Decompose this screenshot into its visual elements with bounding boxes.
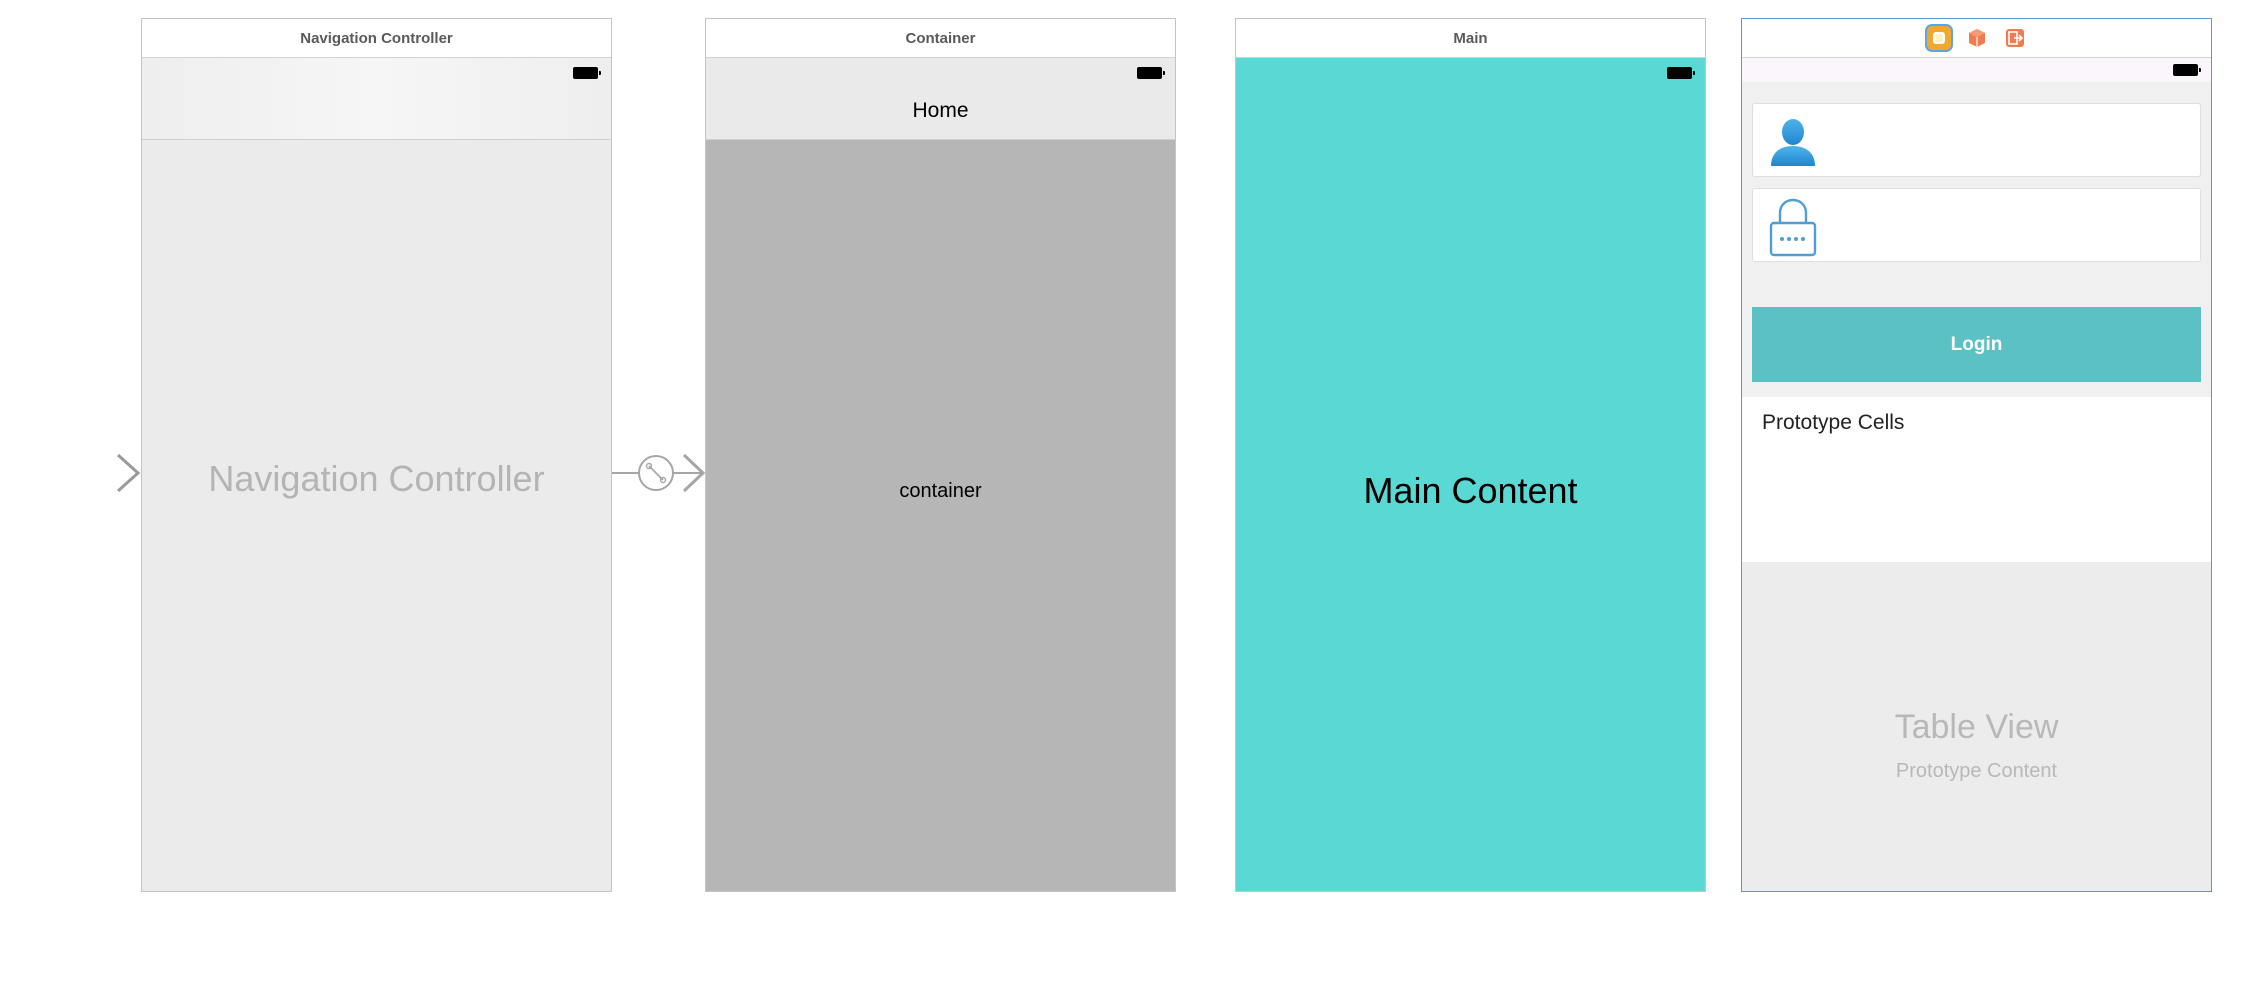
scene-dock[interactable] (1742, 19, 2211, 58)
entry-point-arrow[interactable] (14, 452, 142, 494)
view-controller-icon[interactable] (1926, 26, 1951, 50)
navigation-controller-scene[interactable]: Navigation Controller Navigation Control… (141, 18, 612, 892)
main-content-label[interactable]: Main Content (1236, 470, 1705, 512)
table-view-subtitle: Prototype Content (1895, 760, 2058, 782)
container-scene[interactable]: Container Home container (705, 18, 1176, 892)
table-view-title: Table View (1894, 708, 2059, 746)
scene-title[interactable]: Navigation Controller (142, 19, 611, 58)
navigation-title[interactable]: Home (706, 99, 1175, 123)
embed-segue-icon[interactable] (612, 452, 706, 494)
battery-icon (2173, 64, 2201, 76)
lock-icon (1769, 198, 1817, 257)
status-bar (1742, 58, 2211, 82)
password-field[interactable] (1752, 188, 2201, 262)
login-scene[interactable]: Login Prototype Cells Table View Prototy… (1741, 18, 2212, 892)
exit-icon[interactable] (2003, 26, 2027, 50)
prototype-cells-label: Prototype Cells (1762, 411, 1905, 434)
navigation-bar[interactable]: Home (706, 58, 1175, 140)
login-button[interactable]: Login (1752, 307, 2201, 382)
main-scene[interactable]: Main Main Content (1235, 18, 1706, 892)
battery-icon (1667, 67, 1695, 79)
container-view-label[interactable]: container (706, 480, 1175, 503)
scene-placeholder-label: Navigation Controller (208, 458, 545, 499)
scene-body[interactable]: Login Prototype Cells Table View Prototy… (1742, 58, 2211, 891)
battery-icon (573, 67, 601, 79)
scene-title[interactable]: Container (706, 19, 1175, 58)
scene-body[interactable]: Navigation Controller (142, 58, 611, 891)
first-responder-icon[interactable] (1965, 26, 1989, 50)
username-field[interactable] (1752, 103, 2201, 177)
scene-body[interactable]: Main Content (1236, 58, 1705, 891)
user-icon (1771, 119, 1815, 166)
table-view[interactable]: Table View Prototype Content (1742, 563, 2211, 891)
dock-icons (1926, 26, 2027, 50)
scene-body[interactable]: Home container (706, 58, 1175, 891)
navigation-bar[interactable] (142, 58, 611, 140)
battery-icon (1137, 67, 1165, 79)
scene-title[interactable]: Main (1236, 19, 1705, 58)
prototype-cells-header[interactable]: Prototype Cells (1742, 397, 2211, 563)
storyboard-canvas[interactable]: Navigation Controller Navigation Control… (0, 0, 2244, 984)
